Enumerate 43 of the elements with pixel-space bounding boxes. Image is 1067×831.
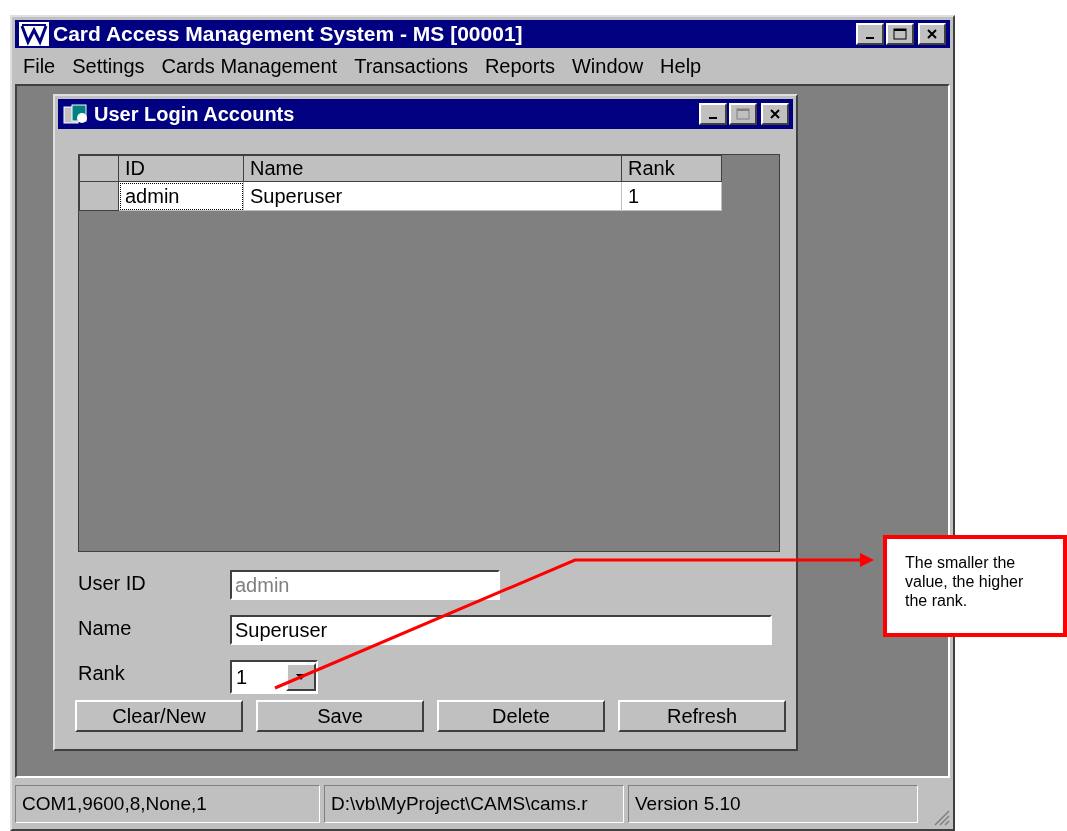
- caret-icon: [296, 674, 306, 680]
- field-label: Name: [78, 617, 133, 640]
- table-cell: 1: [621, 181, 722, 211]
- action-button[interactable]: Refresh: [618, 700, 786, 732]
- close-icon: [769, 108, 781, 120]
- status-panel: D:\vb\MyProject\CAMS\cams.r: [324, 785, 624, 823]
- menu-item[interactable]: Transactions: [348, 54, 479, 78]
- users-icon: [62, 103, 90, 125]
- maximize-icon: [893, 28, 907, 40]
- row-selector[interactable]: [79, 181, 119, 211]
- status-panel: Version 5.10: [628, 785, 918, 823]
- field-label: Rank: [78, 662, 126, 685]
- menu-item[interactable]: File: [17, 54, 67, 78]
- window-title: Card Access Management System - MS [00001]: [53, 22, 524, 46]
- minimize-icon: [709, 117, 717, 119]
- action-button[interactable]: Delete: [437, 700, 605, 732]
- minimize-button[interactable]: [699, 103, 727, 125]
- menu-item[interactable]: Cards Management: [155, 54, 349, 78]
- menu-item[interactable]: Help: [654, 54, 713, 78]
- action-button[interactable]: Save: [256, 700, 424, 732]
- menu-item[interactable]: Window: [565, 54, 655, 78]
- close-button[interactable]: [918, 23, 946, 45]
- menu-item[interactable]: Reports: [478, 54, 566, 78]
- table-cell: Superuser: [243, 181, 622, 211]
- minimize-button[interactable]: [856, 23, 884, 45]
- menu-item[interactable]: Settings: [66, 54, 156, 78]
- callout-note: The smaller the value, the higher the rank.: [883, 535, 1067, 637]
- column-header[interactable]: Name: [243, 155, 622, 182]
- field-label: User ID: [78, 572, 147, 595]
- action-button[interactable]: Clear/New: [75, 700, 243, 732]
- table-cell: admin: [118, 181, 244, 211]
- maximize-icon: [736, 108, 750, 120]
- column-header[interactable]: Rank: [621, 155, 722, 182]
- child-window-title: User Login Accounts: [94, 102, 296, 126]
- status-panel: COM1,9600,8,None,1: [15, 785, 320, 823]
- close-icon: [926, 28, 938, 40]
- column-header[interactable]: ID: [118, 155, 244, 182]
- minimize-icon: [866, 37, 874, 39]
- name-field[interactable]: Superuser: [230, 615, 772, 645]
- maximize-button[interactable]: [729, 103, 757, 125]
- rank-dropdown[interactable]: 1: [230, 660, 318, 694]
- close-button[interactable]: [761, 103, 789, 125]
- maximize-button[interactable]: [886, 23, 914, 45]
